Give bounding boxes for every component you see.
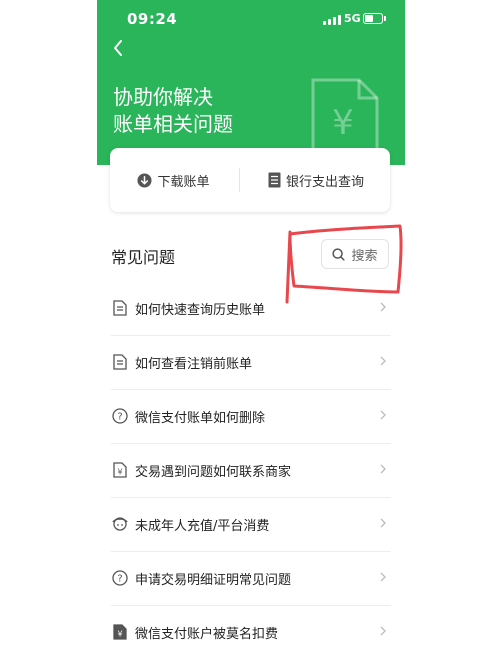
actions-card: 下载账单 银行支出查询 [110,148,390,212]
faq-item-label: 如何快速查询历史账单 [135,302,266,318]
document-list-icon [268,172,281,188]
faq-item-unknown-charge[interactable]: ¥ 微信支付账户被莫名扣费 [111,605,391,648]
download-bill-label: 下载账单 [157,174,210,190]
page-title: 协助你解决 账单相关问题 [113,84,233,138]
bank-expense-query-label: 银行支出查询 [285,174,364,190]
svg-text:¥: ¥ [117,630,122,639]
svg-text:?: ? [117,412,122,423]
question-circle-icon: ? [111,569,129,587]
yuan-document-icon: ¥ [111,623,129,641]
faq-item-history-bill[interactable]: 如何快速查询历史账单 [111,281,391,335]
status-time: 09:24 [127,10,178,28]
child-icon [111,515,129,533]
left-margin [0,0,97,648]
faq-item-label: 交易遇到问题如何联系商家 [135,464,292,480]
network-type: 5G [344,12,361,25]
faq-item-minor-recharge[interactable]: 未成年人充值/平台消费 [111,497,391,551]
search-icon [332,247,346,261]
faq-item-contact-merchant[interactable]: ¥ 交易遇到问题如何联系商家 [111,443,391,497]
download-bill-button[interactable]: 下载账单 [110,148,237,212]
faq-search-button[interactable]: 搜索 [321,239,389,269]
right-margin [405,0,500,648]
svg-text:¥: ¥ [332,103,354,143]
question-circle-icon: ? [111,407,129,425]
faq-item-label: 未成年人充值/平台消费 [135,518,270,534]
faq-item-label: 如何查看注销前账单 [135,356,253,372]
faq-item-label: 微信支付账户被莫名扣费 [135,626,279,642]
back-button[interactable] [111,38,133,64]
faq-item-delete-bill[interactable]: ? 微信支付账单如何删除 [111,389,391,443]
battery-icon [363,13,386,24]
search-placeholder: 搜索 [351,248,378,264]
chevron-right-icon [380,518,386,528]
phone-screen: 09:24 5G 协助你解决 账单相关问题 ¥ 下载账单 银行支出查询 常见问题… [97,0,405,648]
chevron-right-icon [380,410,386,420]
document-icon [111,353,129,371]
chevron-right-icon [380,356,386,366]
bank-expense-query-button[interactable]: 银行支出查询 [242,148,390,212]
download-icon [137,172,153,188]
chevron-right-icon [380,626,386,636]
chevron-right-icon [380,302,386,312]
document-icon [111,299,129,317]
faq-item-label: 微信支付账单如何删除 [135,410,266,426]
page-title-line1: 协助你解决 [113,85,213,109]
chevron-right-icon [380,464,386,474]
svg-text:?: ? [117,574,122,585]
header-banner: 09:24 5G 协助你解决 账单相关问题 ¥ [97,0,405,168]
signal-icon [323,14,341,25]
status-bar: 09:24 5G [97,0,405,40]
svg-text:¥: ¥ [117,468,122,477]
faq-item-transaction-proof[interactable]: ? 申请交易明细证明常见问题 [111,551,391,605]
chevron-left-icon [114,40,122,56]
faq-item-label: 申请交易明细证明常见问题 [135,572,292,588]
faq-item-closed-account-bill[interactable]: 如何查看注销前账单 [111,335,391,389]
yuan-document-icon: ¥ [111,461,129,479]
chevron-right-icon [380,572,386,582]
page-title-line2: 账单相关问题 [113,112,233,136]
faq-section-title: 常见问题 [111,248,176,267]
card-divider [239,168,240,192]
